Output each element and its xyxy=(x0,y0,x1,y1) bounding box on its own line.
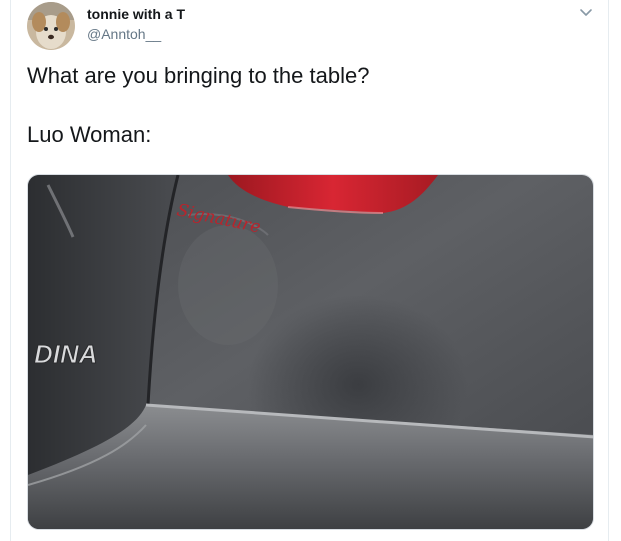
tweet-card: tonnie with a T @Anntoh__ What are you b… xyxy=(10,0,609,541)
tweet-photo[interactable]: DINA Signature xyxy=(27,174,594,530)
author-handle[interactable]: @Anntoh__ xyxy=(87,26,161,42)
dina-badge: DINA xyxy=(34,339,98,369)
dog-avatar-icon xyxy=(27,2,75,50)
car-panel-photo: DINA Signature xyxy=(28,175,593,529)
tweet-text-line-1: What are you bringing to the table? xyxy=(27,63,370,88)
tweet-header: tonnie with a T @Anntoh__ xyxy=(11,0,608,56)
author-avatar[interactable] xyxy=(27,2,75,50)
chevron-down-icon[interactable] xyxy=(578,4,594,20)
author-name[interactable]: tonnie with a T xyxy=(87,6,185,22)
tweet-text-line-2: Luo Woman: xyxy=(27,122,152,147)
